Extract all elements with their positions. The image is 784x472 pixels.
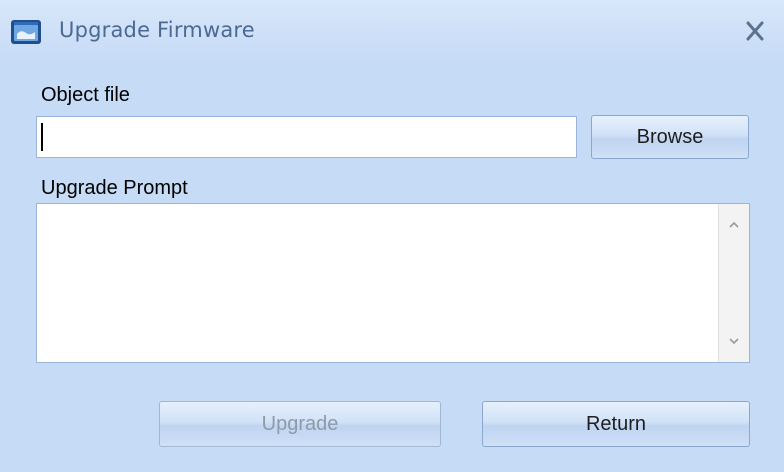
app-window-icon [11,20,41,44]
upgrade-prompt-textarea[interactable] [36,203,750,363]
upgrade-button[interactable]: Upgrade [159,401,441,447]
return-button[interactable]: Return [482,401,750,447]
prompt-scrollbar[interactable] [718,204,749,362]
object-file-label: Object file [41,84,130,106]
browse-button-label: Browse [636,125,704,148]
scroll-up-arrow-icon[interactable] [719,212,749,238]
window-title: Upgrade Firmware [59,18,255,42]
upgrade-button-label: Upgrade [261,412,339,435]
text-cursor [41,123,43,151]
return-button-label: Return [585,412,647,435]
close-icon[interactable] [742,13,770,47]
upgrade-firmware-dialog: Upgrade Firmware Object file Browse Upgr… [0,0,784,472]
object-file-input[interactable] [36,116,577,158]
title-bar[interactable]: Upgrade Firmware [0,0,784,62]
browse-button[interactable]: Browse [591,115,749,159]
scroll-down-arrow-icon[interactable] [719,328,749,354]
upgrade-prompt-label: Upgrade Prompt [41,177,188,199]
